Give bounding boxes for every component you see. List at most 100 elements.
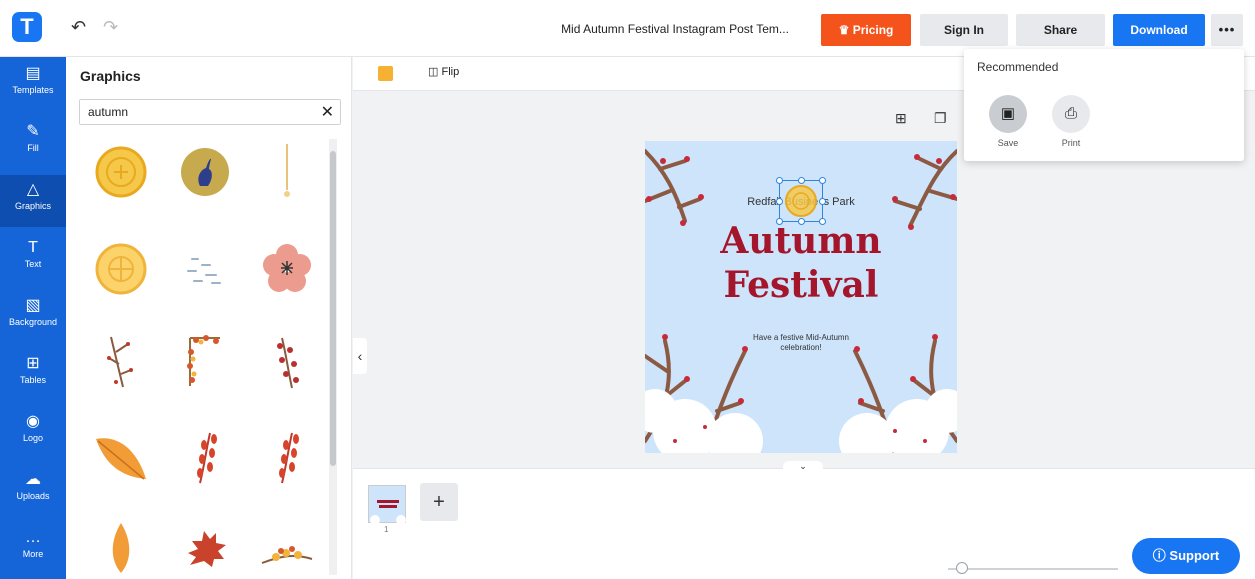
download-button[interactable]: Download [1113, 14, 1205, 46]
save-button[interactable]: ▣ Save [988, 95, 1028, 148]
sidebar-item-label: Templates [12, 85, 54, 95]
redo-icon[interactable]: ↷ [103, 17, 118, 38]
sidebar-item-logo[interactable]: ◉ Logo [0, 407, 66, 459]
resize-handle[interactable] [819, 198, 826, 205]
background-icon: ▧ [25, 297, 41, 314]
cloud-upload-icon: ☁ [25, 471, 41, 488]
graphic-mooncake-ring[interactable] [86, 237, 156, 297]
resize-handle[interactable] [798, 177, 805, 184]
document-title[interactable]: Mid Autumn Festival Instagram Post Tem..… [540, 22, 810, 36]
pages-strip [353, 468, 1255, 579]
help-icon: ⓘ [1152, 548, 1166, 563]
graphic-lantern-string[interactable] [252, 142, 322, 202]
resize-handle[interactable] [819, 218, 826, 225]
print-label: Print [1061, 138, 1081, 148]
clear-icon[interactable]: ✕ [321, 102, 334, 122]
page-preview [370, 500, 406, 525]
graphic-leaf-frame[interactable] [170, 332, 240, 392]
graphics-panel: Graphics ✕ [66, 57, 352, 579]
sidebar-item-label: Uploads [16, 491, 50, 501]
design-title-line2[interactable]: Festival [645, 265, 957, 305]
design-canvas[interactable]: Redfall Busine is Park Autumn Festival H… [645, 141, 957, 453]
graphic-mooncake[interactable] [86, 142, 156, 202]
sign-in-button[interactable]: Sign In [920, 14, 1008, 46]
graphic-branch-berries[interactable] [86, 332, 156, 392]
sidebar-item-label: Logo [22, 433, 44, 443]
save-icon: ▣ [989, 95, 1027, 133]
fill-color-swatch[interactable] [378, 66, 393, 81]
sidebar-item-label: Tables [19, 375, 46, 385]
pencil-icon: ✎ [26, 123, 40, 140]
pricing-label: Pricing [852, 23, 894, 37]
sidebar-item-text[interactable]: T Text [0, 233, 66, 285]
graphic-orange-leaf[interactable] [86, 427, 156, 487]
sidebar-item-uploads[interactable]: ☁ Uploads [0, 465, 66, 517]
undo-icon[interactable]: ↶ [71, 17, 86, 38]
more-dots-icon: … [25, 529, 41, 546]
sidebar-item-graphics[interactable]: △ Graphics [0, 175, 66, 227]
sidebar-item-more[interactable]: … More [0, 523, 66, 575]
support-label: Support [1169, 548, 1220, 563]
pricing-button[interactable]: ♛ Pricing [821, 14, 911, 46]
sidebar-item-label: Fill [27, 143, 39, 153]
sidebar-item-templates[interactable]: ▤ Templates [0, 59, 66, 111]
resize-handle[interactable] [819, 177, 826, 184]
text-icon: T [28, 239, 38, 256]
sidebar-item-label: Text [24, 259, 42, 269]
graphic-pink-flower[interactable] [252, 237, 322, 297]
resize-handle[interactable] [798, 218, 805, 225]
zoom-slider[interactable] [948, 568, 1118, 570]
graphic-leaf-drop[interactable] [86, 517, 156, 577]
collapse-panel-button[interactable]: ‹ [353, 338, 367, 374]
add-page-button[interactable]: + [420, 483, 458, 521]
graphic-oak-leaf[interactable] [170, 517, 240, 577]
sidebar-item-tables[interactable]: ⊞ Tables [0, 349, 66, 401]
print-button[interactable]: ⎙ Print [1051, 95, 1091, 148]
flip-button[interactable]: ◫ Flip [428, 65, 459, 78]
more-options-menu: Recommended ▣ Save ⎙ Print [964, 49, 1244, 161]
graphic-rabbit-moon[interactable] [170, 142, 240, 202]
support-button[interactable]: ⓘ Support [1132, 538, 1240, 574]
search-input[interactable] [80, 100, 300, 124]
more-options-button[interactable]: ••• [1211, 14, 1243, 46]
sidebar-item-background[interactable]: ▧ Background [0, 291, 66, 343]
search-box: ✕ [79, 99, 341, 125]
resize-handle[interactable] [776, 177, 783, 184]
resize-handle[interactable] [776, 218, 783, 225]
selected-mooncake-graphic[interactable] [776, 177, 826, 225]
chevron-down-icon[interactable]: ⌄ [783, 461, 823, 473]
add-page-icon[interactable]: ⊞ [895, 110, 907, 127]
share-button[interactable]: Share [1016, 14, 1105, 46]
duplicate-icon[interactable]: ❐ [934, 110, 947, 127]
graphic-wind-lines[interactable] [170, 237, 240, 297]
panel-scrollbar[interactable] [329, 139, 337, 575]
logo-icon: ◉ [26, 413, 40, 430]
shapes-icon: △ [26, 181, 40, 198]
table-icon: ⊞ [26, 355, 40, 372]
save-label: Save [997, 138, 1019, 148]
flip-label: Flip [441, 66, 460, 78]
app-logo[interactable]: T [12, 12, 42, 42]
sidebar-item-label: Background [8, 317, 58, 327]
scrollbar-thumb[interactable] [330, 151, 336, 466]
print-icon: ⎙ [1052, 95, 1090, 133]
graphic-wheat-sprig-2[interactable] [252, 427, 322, 487]
flip-icon: ◫ [428, 66, 439, 78]
mooncake-icon [785, 185, 817, 217]
graphic-wheat-sprig[interactable] [170, 427, 240, 487]
menu-title: Recommended [977, 60, 1059, 74]
resize-handle[interactable] [776, 198, 783, 205]
zoom-slider-handle[interactable] [956, 562, 968, 574]
page-number: 1 [384, 525, 389, 534]
sidebar-item-fill[interactable]: ✎ Fill [0, 117, 66, 169]
page-thumbnail[interactable] [368, 485, 406, 525]
design-subtitle[interactable]: Have a festive Mid-Autumn celebration! [741, 333, 861, 353]
panel-title: Graphics [80, 68, 141, 84]
sidebar-item-label: Graphics [14, 201, 51, 211]
design-title-line1[interactable]: Autumn [645, 221, 957, 261]
templates-icon: ▤ [25, 65, 41, 82]
graphic-berry-sprig[interactable] [252, 332, 322, 392]
sidebar-nav: ▤ Templates ✎ Fill △ Graphics T Text ▧ B… [0, 57, 66, 579]
crown-icon: ♛ [838, 23, 850, 37]
graphic-leaf-cluster[interactable] [252, 517, 322, 577]
